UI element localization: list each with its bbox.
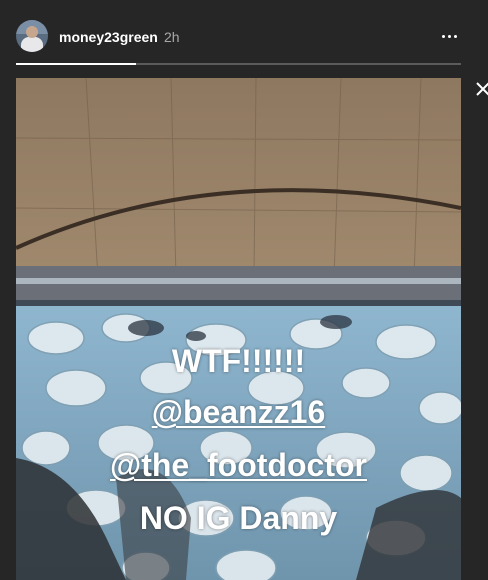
username-link[interactable]: money23green xyxy=(59,29,158,45)
timestamp: 2h xyxy=(164,29,180,45)
avatar-head xyxy=(26,26,38,38)
caption-line-1: WTF!!!!!! xyxy=(171,343,306,379)
caption-mention-2[interactable]: @the_footdoctor xyxy=(16,449,461,481)
avatar-body xyxy=(21,37,43,52)
caption-mention-1[interactable]: @beanzz16 xyxy=(16,396,461,428)
close-icon[interactable] xyxy=(475,80,488,98)
caption-line-4: NO IG Danny xyxy=(139,500,338,536)
more-options-icon[interactable] xyxy=(440,28,460,44)
avatar[interactable] xyxy=(16,20,48,52)
story-progress-bar xyxy=(16,63,461,65)
story-media[interactable]: WTF!!!!!! @beanzz16 @the_footdoctor NO I… xyxy=(16,78,461,580)
story-progress-fill xyxy=(16,63,137,65)
story-header: money23green 2h xyxy=(0,0,488,70)
